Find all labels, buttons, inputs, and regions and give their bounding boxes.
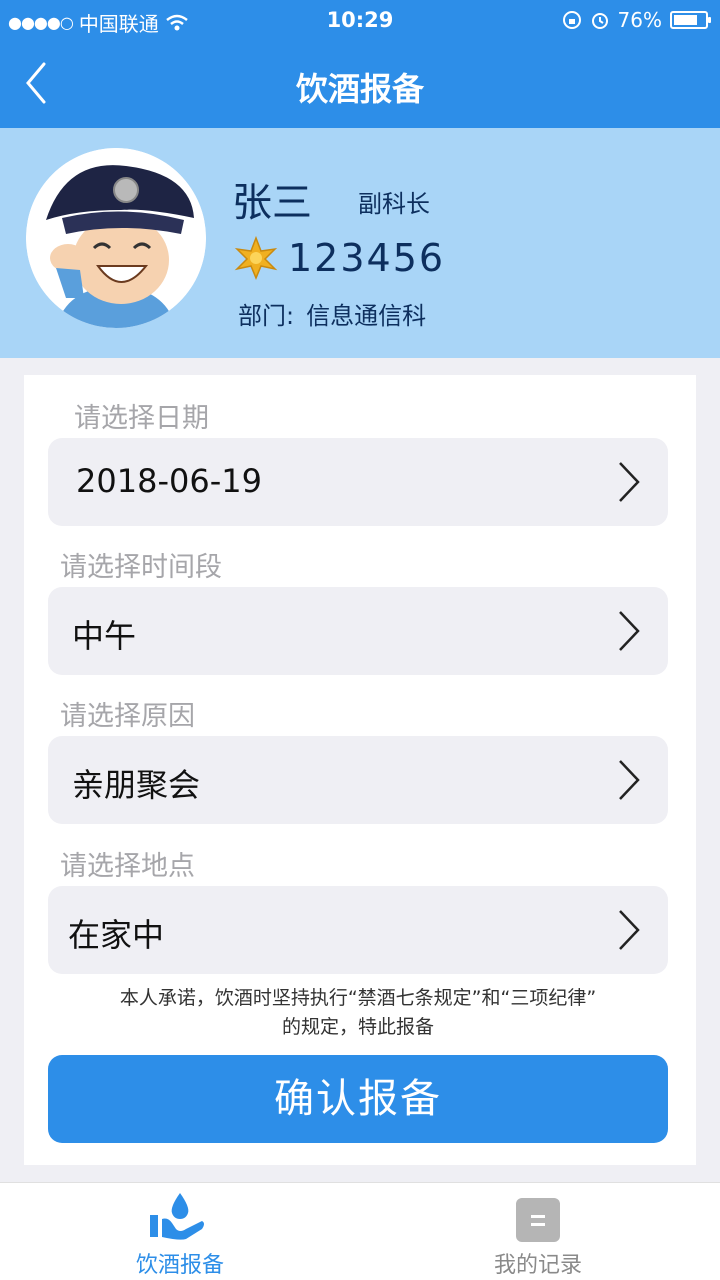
reason-value: 亲朋聚会 — [72, 766, 201, 804]
chevron-right-icon — [619, 611, 640, 651]
period-label: 请选择时间段 — [60, 552, 222, 583]
battery-fill — [674, 15, 697, 25]
date-label: 请选择日期 — [74, 403, 209, 434]
period-value: 中午 — [72, 617, 137, 655]
drinking-report-icon — [150, 1193, 204, 1240]
department-value: 信息通信科 — [306, 302, 427, 330]
nav-bar: 饮酒报备 — [0, 40, 720, 128]
records-icon — [516, 1198, 560, 1242]
status-right: 76% — [562, 8, 711, 32]
date-value: 2018-06-19 — [76, 462, 262, 500]
commitment-notice: 本人承诺，饮酒时坚持执行“禁酒七条规定”和“三项纪律” 的规定，特此报备 — [48, 984, 668, 1042]
avatar — [26, 148, 206, 328]
officer-name: 张三 — [232, 180, 312, 226]
status-bar: ●●●●○ 中国联通 10:29 76% — [0, 0, 720, 40]
department-row: 部门: 信息通信科 — [238, 296, 438, 331]
tab-drinking-report[interactable]: 饮酒报备 — [80, 1183, 280, 1280]
department-label: 部门: — [238, 302, 295, 330]
chevron-right-icon — [619, 760, 640, 800]
reason-picker[interactable]: 亲朋聚会 — [48, 736, 668, 824]
reason-label: 请选择原因 — [60, 701, 195, 732]
location-label: 请选择地点 — [60, 851, 195, 882]
tab-drinking-report-label: 饮酒报备 — [135, 1253, 224, 1278]
page-title: 饮酒报备 — [295, 70, 424, 108]
alarm-icon — [591, 13, 608, 29]
date-picker[interactable]: 2018-06-19 — [48, 438, 668, 526]
period-picker[interactable]: 中午 — [48, 587, 668, 675]
orientation-lock-icon — [562, 11, 581, 29]
tab-my-records-label: 我的记录 — [493, 1253, 582, 1278]
confirm-report-button[interactable]: 确认报备 — [48, 1055, 668, 1143]
chevron-right-icon — [619, 910, 640, 950]
badge-number: 123456 — [288, 236, 446, 280]
chevron-right-icon — [619, 462, 640, 502]
location-picker[interactable]: 在家中 — [48, 886, 668, 974]
notice-line-2: 的规定，特此报备 — [281, 1016, 434, 1038]
police-star-icon — [234, 236, 278, 280]
tab-bar: 饮酒报备 我的记录 — [0, 1182, 720, 1280]
location-value: 在家中 — [68, 916, 165, 954]
police-avatar-icon — [26, 148, 206, 328]
battery-icon — [670, 11, 711, 29]
battery-percent: 76% — [617, 8, 662, 32]
profile-header: 张三 副科长 123456 部门: 信息通信科 — [0, 128, 720, 358]
notice-line-1: 本人承诺，饮酒时坚持执行“禁酒七条规定”和“三项纪律” — [119, 987, 597, 1009]
tab-my-records[interactable]: 我的记录 — [438, 1183, 638, 1280]
officer-rank: 副科长 — [358, 190, 430, 218]
